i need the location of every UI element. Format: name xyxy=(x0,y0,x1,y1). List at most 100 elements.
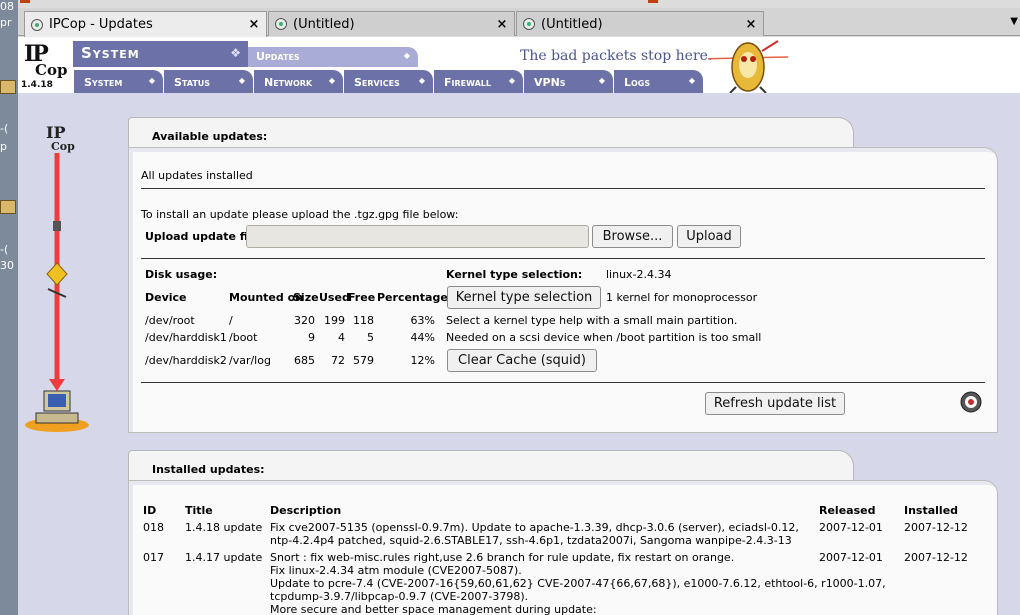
diamond-icon: ◆ xyxy=(418,76,425,85)
update-title: 1.4.17 update xyxy=(185,551,263,564)
kernel-help: Needed on a scsi device when /boot parti… xyxy=(446,331,762,344)
tab-label: IPCop - Updates xyxy=(49,17,153,32)
installed-header-title: Title xyxy=(185,504,213,517)
update-description-line: More secure and better space management … xyxy=(270,603,597,615)
installed-header-installed: Installed xyxy=(904,504,959,517)
diamond-icon: ◆ xyxy=(403,51,410,60)
kernel-version: linux-2.4.34 xyxy=(606,268,672,281)
ipcop-logo[interactable]: IP Cop 1.4.18 xyxy=(21,39,71,91)
update-released: 2007-12-01 xyxy=(819,551,883,564)
disk-free: 118 xyxy=(353,314,374,327)
desktop-icon[interactable] xyxy=(0,80,16,94)
disk-mount: /var/log xyxy=(229,354,271,367)
nav-vpns[interactable]: VPNs ◆ xyxy=(523,70,613,93)
disk-header-percentage: Percentage xyxy=(377,291,448,304)
main-navigation: System ◆ Status ◆ Network ◆ Services ◆ Firew… xyxy=(73,70,773,93)
tab-ipcop-updates[interactable]: IPCop - Updates × xyxy=(24,11,267,37)
close-icon[interactable]: × xyxy=(743,17,759,32)
clear-cache-button[interactable]: Clear Cache (squid) xyxy=(447,349,597,372)
installed-header-description: Description xyxy=(270,504,342,517)
update-description-line: Fix linux-2.4.34 atm module (CVE2007-508… xyxy=(270,564,522,577)
available-updates-header: Available updates: xyxy=(128,117,854,147)
desktop-icon[interactable] xyxy=(0,200,16,214)
diamond-icon: ◆ xyxy=(688,76,695,85)
nav-logs[interactable]: Logs ◆ xyxy=(613,70,703,93)
disk-percentage: 63% xyxy=(410,314,435,327)
close-icon[interactable]: × xyxy=(246,17,262,32)
nav-label: Status xyxy=(174,76,211,89)
kernel-info: 1 kernel for monoprocessor xyxy=(606,291,758,304)
kernel-type-selection-button[interactable]: Kernel type selection xyxy=(447,286,601,309)
installed-updates-title: Installed updates: xyxy=(152,463,265,476)
upload-instruction: To install an update please upload the .… xyxy=(141,208,459,221)
tab-label: (Untitled) xyxy=(293,16,355,32)
side-illustration: IP Cop xyxy=(25,123,89,432)
update-installed: 2007-12-12 xyxy=(904,521,968,534)
nav-network[interactable]: Network ◆ xyxy=(253,70,343,93)
update-title: 1.4.18 update xyxy=(185,521,263,534)
desktop-text: -( xyxy=(0,243,9,256)
subpage-tab[interactable]: Updates ◆ xyxy=(248,47,418,67)
nav-system[interactable]: System ◆ xyxy=(73,70,163,93)
help-icon[interactable] xyxy=(959,390,983,414)
nav-label: Services xyxy=(354,76,400,89)
disk-free: 579 xyxy=(353,354,374,367)
update-description-line: Fix cve2007-5135 (openssl-0.9.7m). Updat… xyxy=(270,521,799,534)
disk-free: 5 xyxy=(367,331,374,344)
nav-services[interactable]: Services ◆ xyxy=(343,70,433,93)
tab-list-icon[interactable]: ▼ xyxy=(1010,16,1018,27)
browse-button[interactable]: Browse... xyxy=(592,225,673,248)
svg-text:Cop: Cop xyxy=(51,140,75,153)
nav-status[interactable]: Status ◆ xyxy=(163,70,253,93)
update-description-line: ntp-4.2.4p4 patched, squid-2.6.STABLE17,… xyxy=(270,534,792,547)
nav-label: VPNs xyxy=(534,76,566,89)
disk-device: /dev/harddisk2 xyxy=(145,354,227,367)
available-updates-panel: All updates installed To install an upda… xyxy=(128,147,998,433)
slogan: The bad packets stop here. xyxy=(520,48,713,64)
disk-usage-title: Disk usage: xyxy=(145,268,218,281)
subpage-label: Updates xyxy=(256,50,300,63)
tab-label: (Untitled) xyxy=(541,16,603,32)
update-id: 018 xyxy=(143,521,164,534)
diamond-icon: ◆ xyxy=(238,76,245,85)
installed-header-released: Released xyxy=(819,504,876,517)
available-updates-title: Available updates: xyxy=(152,130,268,143)
page-icon xyxy=(523,18,535,30)
disk-used: 4 xyxy=(338,331,345,344)
page-icon xyxy=(275,18,287,30)
disk-mount: / xyxy=(229,314,233,327)
disk-header-used: Used xyxy=(319,291,350,304)
desktop-text: pr xyxy=(0,16,12,29)
nav-label: Logs xyxy=(624,76,651,89)
diamond-icon: ◆ xyxy=(328,76,335,85)
nav-firewall[interactable]: Firewall ◆ xyxy=(433,70,523,93)
update-id: 017 xyxy=(143,551,164,564)
browser-tab-bar: IPCop - Updates × (Untitled) × (Untitled… xyxy=(18,8,1020,37)
disk-header-device: Device xyxy=(145,291,187,304)
diamond-icon: ❖ xyxy=(230,46,242,60)
disk-header-free: Free xyxy=(348,291,376,304)
disk-used: 72 xyxy=(331,354,345,367)
computer-icon xyxy=(25,390,89,432)
disk-size: 320 xyxy=(294,314,315,327)
tab-untitled-1[interactable]: (Untitled) × xyxy=(268,11,515,36)
top-strip xyxy=(18,0,1020,8)
desktop-text: p xyxy=(0,140,7,153)
upload-button[interactable]: Upload xyxy=(677,225,741,248)
version-label: 1.4.18 xyxy=(21,80,53,90)
update-description-line: Snort : fix web-misc.rules right,use 2.6… xyxy=(270,551,735,564)
refresh-update-list-button[interactable]: Refresh update list xyxy=(705,392,845,415)
desktop-text: -( xyxy=(0,122,9,135)
tab-untitled-2[interactable]: (Untitled) × xyxy=(516,11,764,36)
upload-file-field[interactable] xyxy=(246,225,589,248)
update-released: 2007-12-01 xyxy=(819,521,883,534)
desktop-text: 08 xyxy=(0,0,14,13)
desktop-edge: 08 pr -( p -( 30 xyxy=(0,0,18,615)
close-icon[interactable]: × xyxy=(494,17,510,32)
page-icon xyxy=(31,18,43,31)
nav-label: System xyxy=(84,76,123,89)
update-description-line: tcpdump-3.9.7/libpcap-0.9.7 (CVE-2007-37… xyxy=(270,590,529,603)
disk-percentage: 44% xyxy=(410,331,435,344)
kernel-selection-label: Kernel type selection: xyxy=(446,268,583,281)
disk-header-size: Size xyxy=(293,291,319,304)
